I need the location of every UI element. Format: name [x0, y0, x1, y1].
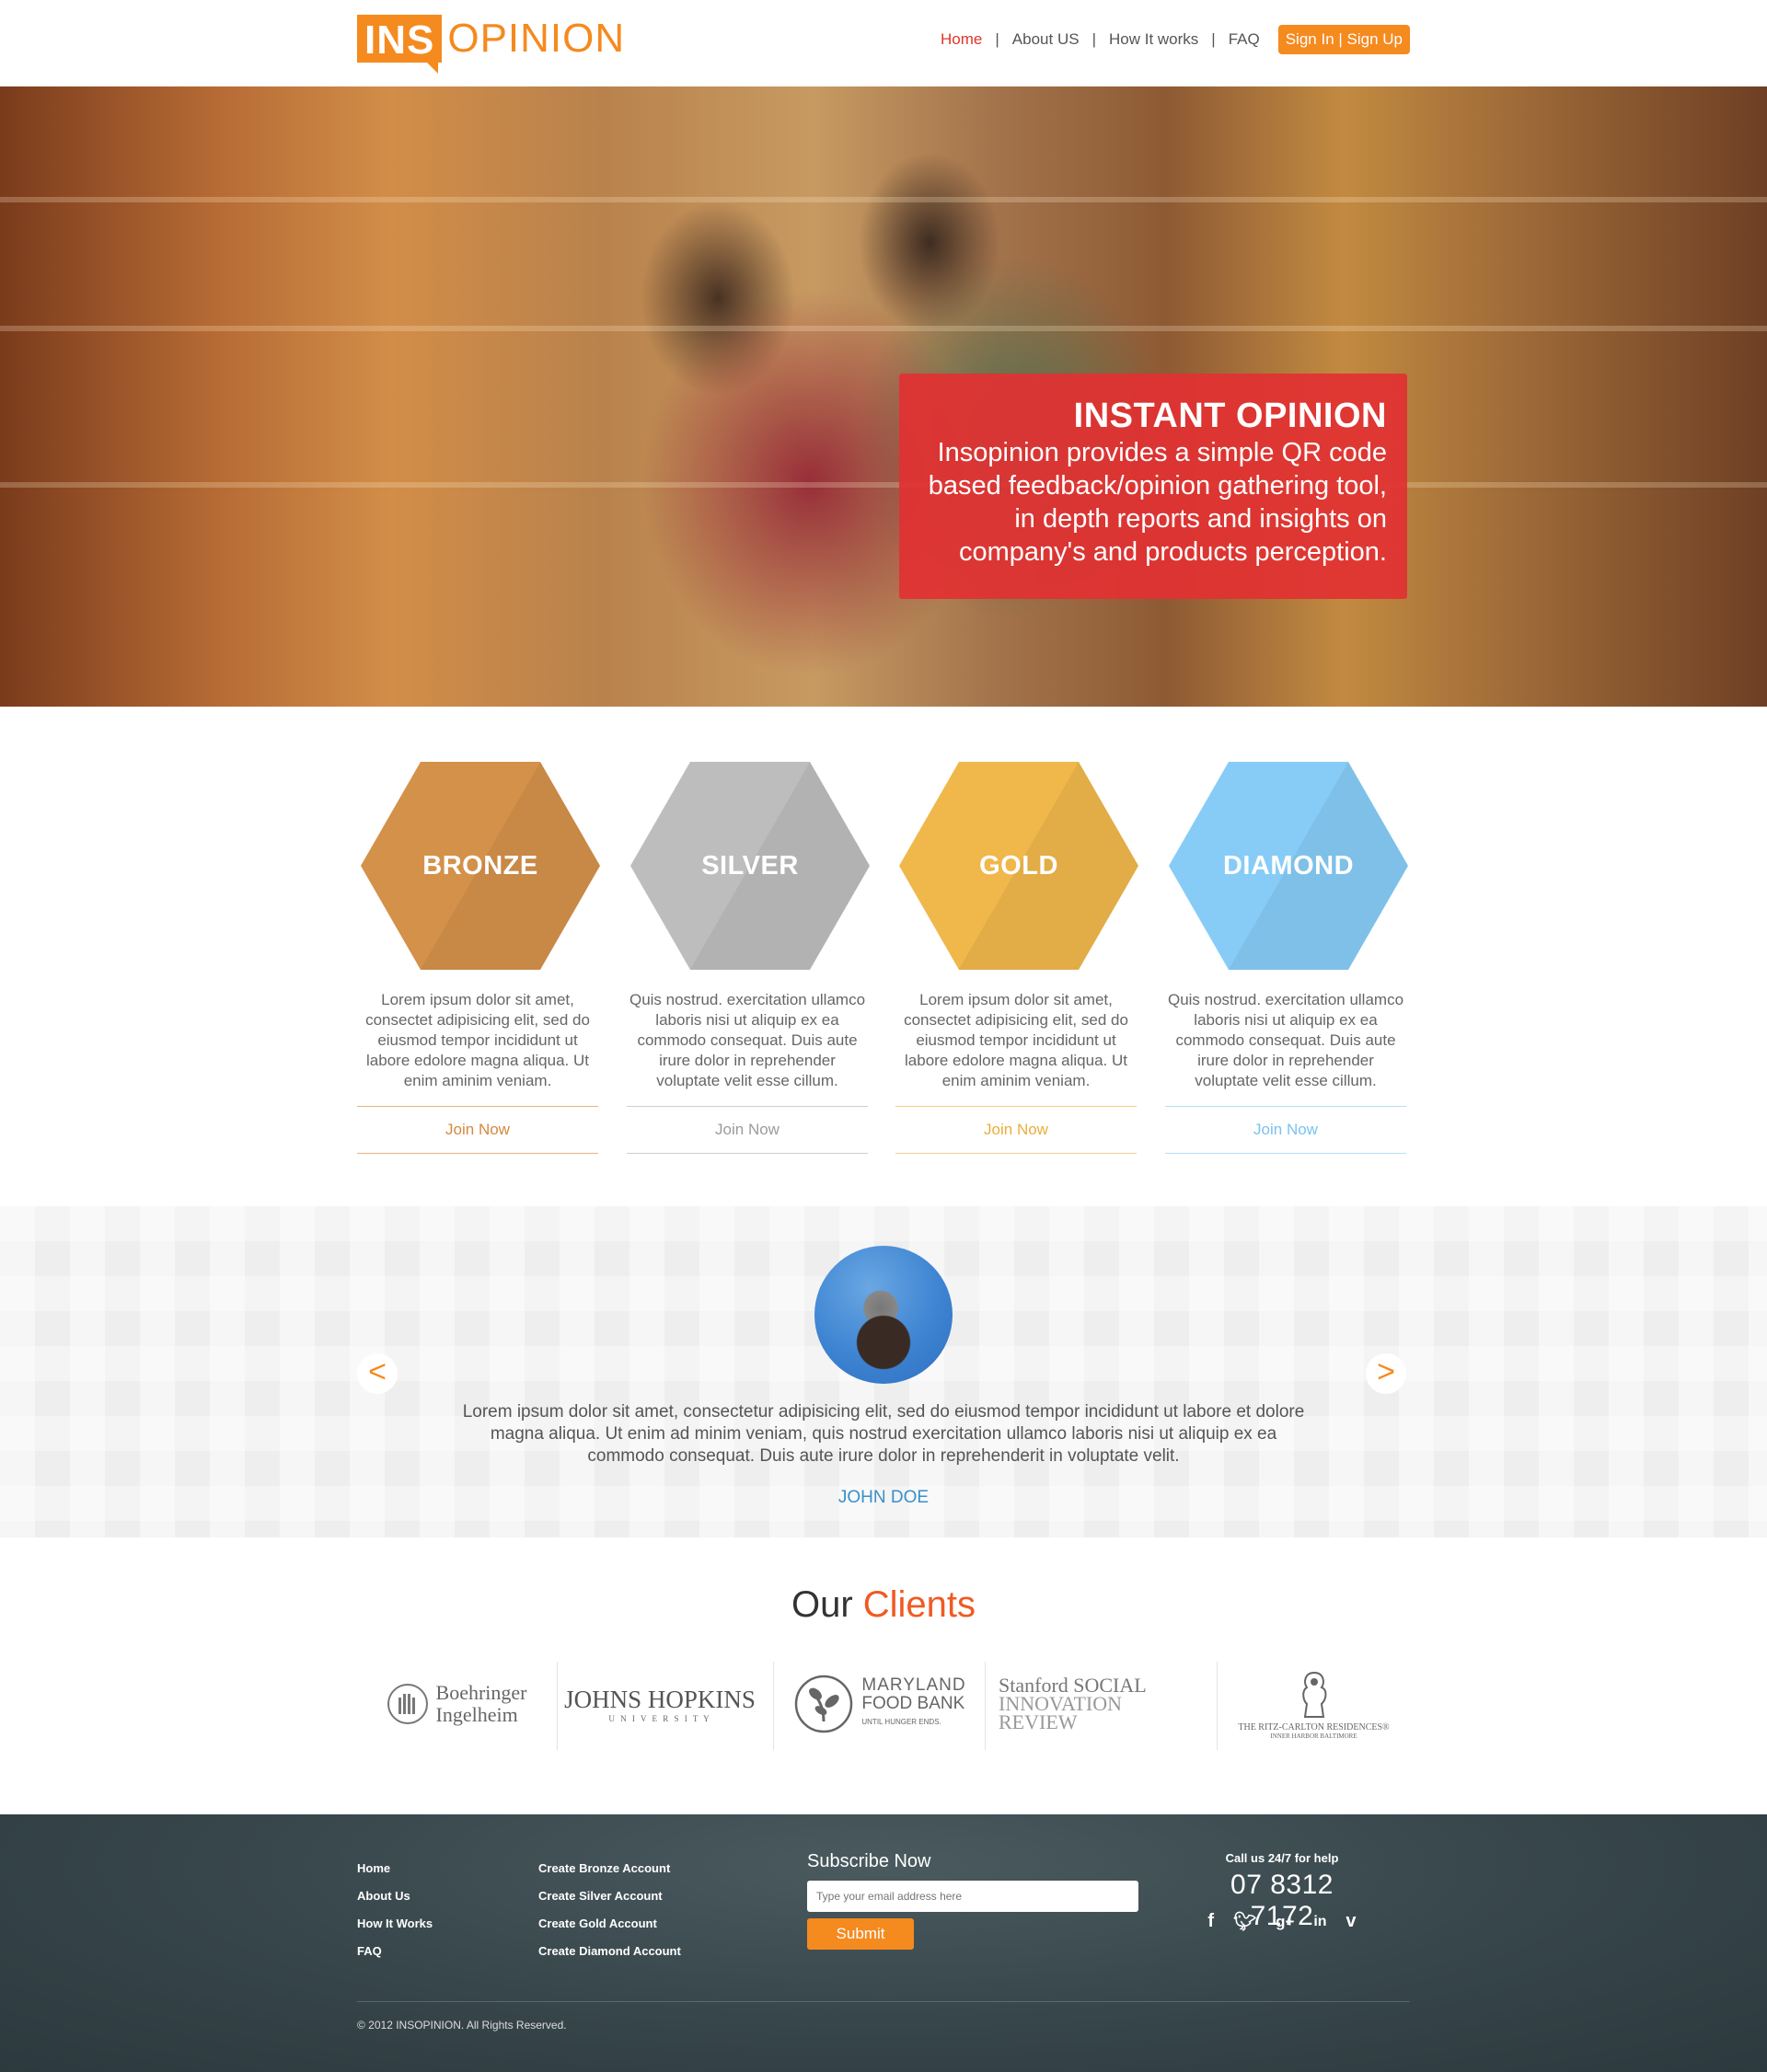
vimeo-icon[interactable]: v — [1345, 1911, 1356, 1932]
plan-description: Quis nostrud. exercitation ullamco labor… — [629, 991, 866, 1089]
plan-description: Lorem ipsum dolor sit amet, consectet ad… — [904, 991, 1128, 1089]
footer-link-create-gold[interactable]: Create Gold Account — [538, 1910, 681, 1938]
maryland-food-bank-icon — [795, 1675, 853, 1733]
testimonial-author: JOHN DOE — [837, 1488, 930, 1507]
footer-link-about-us[interactable]: About Us — [357, 1882, 433, 1910]
clients-title-plain: Our — [791, 1584, 863, 1625]
plan-name: BRONZE — [422, 850, 538, 881]
client-name: INNER HARBOR BALTIMORE — [1270, 1732, 1357, 1740]
testimonial-avatar — [814, 1246, 953, 1384]
linkedin-icon[interactable]: in — [1313, 1914, 1326, 1930]
nav-faq[interactable]: FAQ — [1216, 30, 1273, 49]
plans-section: BRONZE Lorem ipsum dolor sit amet, conse… — [357, 762, 1410, 1154]
subscribe-submit-button[interactable]: Submit — [807, 1918, 914, 1950]
prev-arrow-icon[interactable]: < — [357, 1353, 398, 1394]
plan-description: Quis nostrud. exercitation ullamco labor… — [1167, 991, 1404, 1089]
plan-gold: GOLD Lorem ipsum dolor sit amet, consect… — [895, 762, 1138, 1154]
footer-link-home[interactable]: Home — [357, 1855, 433, 1882]
copyright: © 2012 INSOPINION. All Rights Reserved. — [357, 2019, 567, 2032]
hexagon-bronze: BRONZE — [361, 762, 600, 970]
boehringer-icon — [387, 1684, 428, 1724]
client-logo-stanford: Stanford SOCIAL INNOVATION REVIEW — [986, 1658, 1200, 1750]
call-label: Call us 24/7 for help — [1225, 1851, 1339, 1865]
clients-title: Our Clients — [0, 1584, 1767, 1626]
hero-shelf-decor — [0, 482, 1767, 488]
plan-description: Lorem ipsum dolor sit amet, consectet ad… — [365, 991, 590, 1089]
plan-diamond: DIAMOND Quis nostrud. exercitation ullam… — [1165, 762, 1408, 1154]
hero-shelf-decor — [0, 326, 1767, 331]
next-arrow-icon[interactable]: > — [1366, 1353, 1406, 1394]
plan-bronze: BRONZE Lorem ipsum dolor sit amet, conse… — [357, 762, 600, 1154]
hero-card: INSTANT OPINION Insopinion provides a si… — [899, 374, 1407, 599]
subscribe-email-input[interactable] — [807, 1881, 1138, 1912]
social-links: f 🐦︎ g+ in v — [1198, 1910, 1366, 1933]
client-name: INNOVATION REVIEW — [999, 1692, 1123, 1733]
footer-divider — [357, 2001, 1410, 2002]
facebook-icon[interactable]: f — [1207, 1911, 1214, 1932]
page: INS OPINION Home | About US | How It wor… — [0, 0, 1767, 2072]
client-name: THE RITZ-CARLTON RESIDENCES® — [1238, 1721, 1390, 1732]
client-name: MARYLAND — [861, 1675, 966, 1695]
plan-silver: SILVER Quis nostrud. exercitation ullamc… — [627, 762, 870, 1154]
footer-link-create-silver[interactable]: Create Silver Account — [538, 1882, 681, 1910]
join-now-gold-button[interactable]: Join Now — [895, 1106, 1137, 1154]
nav-about-us[interactable]: About US — [999, 30, 1092, 49]
ritz-carlton-lion-icon — [1301, 1671, 1326, 1718]
subscribe-title: Subscribe Now — [807, 1851, 931, 1871]
join-now-bronze-button[interactable]: Join Now — [357, 1106, 598, 1154]
header: INS OPINION Home | About US | How It wor… — [0, 0, 1767, 86]
footer-link-how-it-works[interactable]: How It Works — [357, 1910, 433, 1938]
footer-links-accounts: Create Bronze Account Create Silver Acco… — [538, 1855, 681, 1965]
client-tagline: UNTIL HUNGER ENDS. — [861, 1718, 941, 1726]
footer-link-create-bronze[interactable]: Create Bronze Account — [538, 1855, 681, 1882]
join-now-diamond-button[interactable]: Join Now — [1165, 1106, 1406, 1154]
logo[interactable]: INS OPINION — [357, 15, 626, 74]
logo-opinion: OPINION — [447, 16, 626, 61]
clients-title-highlight: Clients — [862, 1584, 976, 1625]
footer: Home About Us How It Works FAQ Create Br… — [0, 1814, 1767, 2072]
nav-how-it-works[interactable]: How It works — [1096, 30, 1211, 49]
hexagon-gold: GOLD — [899, 762, 1138, 970]
footer-links-main: Home About Us How It Works FAQ — [357, 1855, 433, 1965]
hexagon-diamond: DIAMOND — [1169, 762, 1408, 970]
testimonial-quote: Lorem ipsum dolor sit amet, consectetur … — [462, 1402, 1305, 1466]
hero-shelf-decor — [0, 197, 1767, 202]
hero-banner: INSTANT OPINION Insopinion provides a si… — [0, 86, 1767, 707]
client-name: Boehringer — [435, 1681, 527, 1704]
hexagon-silver: SILVER — [630, 762, 870, 970]
hero-title: INSTANT OPINION — [1073, 397, 1387, 435]
join-now-silver-button[interactable]: Join Now — [627, 1106, 868, 1154]
client-name: Ingelheim — [435, 1703, 518, 1726]
google-plus-icon[interactable]: g+ — [1276, 1913, 1294, 1931]
client-name: U N I V E R S I T Y — [608, 1713, 711, 1723]
client-name: JOHNS HOPKINS — [564, 1685, 756, 1713]
hero-text: Insopinion provides a simple QR code bas… — [928, 438, 1387, 567]
clients-logos: Boehringer Ingelheim JOHNS HOPKINS U N I… — [357, 1658, 1410, 1750]
client-name: FOOD BANK — [861, 1694, 965, 1713]
nav-home[interactable]: Home — [928, 30, 995, 49]
plan-name: DIAMOND — [1222, 850, 1355, 881]
plan-name: SILVER — [701, 850, 799, 881]
client-logo-johns-hopkins: JOHNS HOPKINS U N I V E R S I T Y — [558, 1658, 762, 1750]
testimonial-section: < > Lorem ipsum dolor sit amet, consecte… — [0, 1206, 1767, 1537]
footer-link-create-diamond[interactable]: Create Diamond Account — [538, 1938, 681, 1965]
logo-ins: INS — [357, 15, 443, 74]
twitter-icon[interactable]: 🐦︎ — [1233, 1910, 1256, 1933]
client-logo-maryland-food-bank: MARYLAND FOOD BANK UNTIL HUNGER ENDS. — [774, 1658, 986, 1750]
main-nav: Home | About US | How It works | FAQ Sig… — [928, 25, 1410, 54]
footer-link-faq[interactable]: FAQ — [357, 1938, 433, 1965]
client-logo-boehringer: Boehringer Ingelheim — [357, 1658, 556, 1750]
client-logo-ritz-carlton: THE RITZ-CARLTON RESIDENCES® INNER HARBO… — [1218, 1658, 1410, 1750]
plan-name: GOLD — [979, 850, 1058, 881]
sign-in-sign-up-button[interactable]: Sign In | Sign Up — [1277, 25, 1410, 54]
